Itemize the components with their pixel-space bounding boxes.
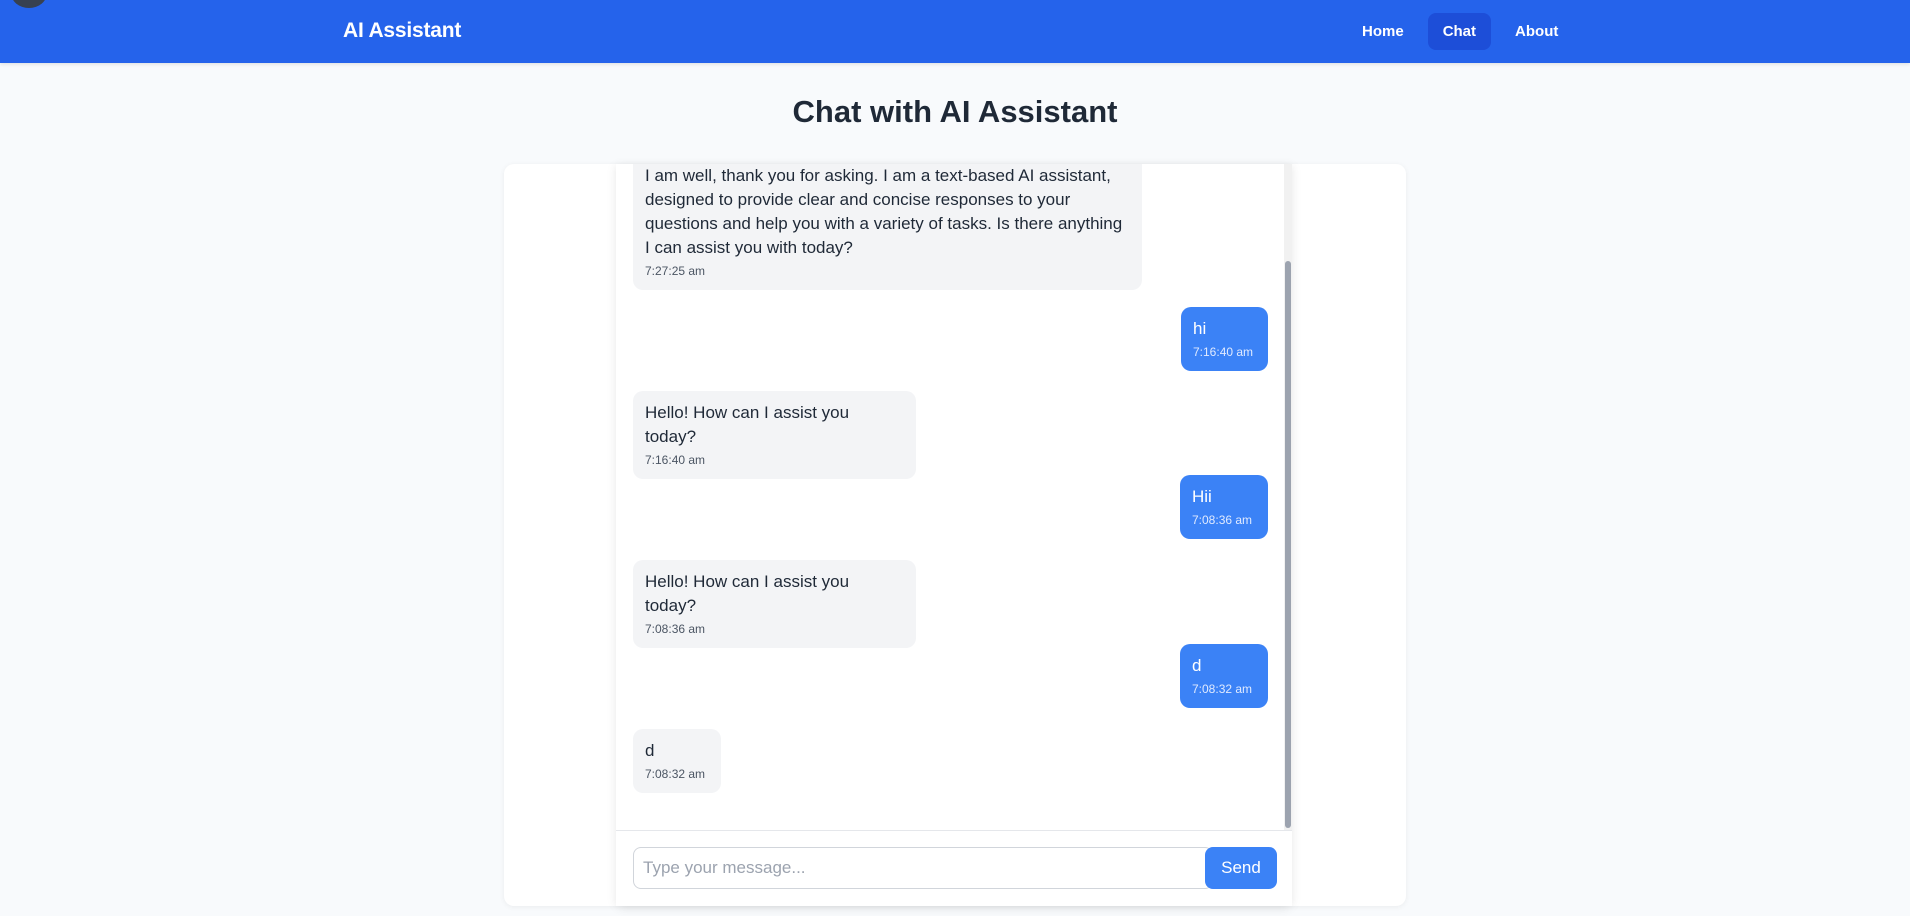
nav-link-chat[interactable]: Chat bbox=[1427, 13, 1492, 50]
nav-link-home[interactable]: Home bbox=[1347, 13, 1419, 50]
nav-links: Home Chat About bbox=[1347, 13, 1573, 50]
page-title: Chat with AI Assistant bbox=[792, 94, 1118, 129]
message-text: I am well, thank you for asking. I am a … bbox=[645, 166, 1123, 257]
user-message: hi 7:16:40 am bbox=[1181, 307, 1268, 371]
message-timestamp: 7:08:36 am bbox=[645, 622, 706, 636]
user-message: Hii 7:08:36 am bbox=[1180, 475, 1268, 539]
assistant-message: Hello! How can I assist you today? 7:08:… bbox=[633, 560, 916, 648]
message-timestamp: 7:08:32 am bbox=[1192, 682, 1253, 696]
message-text: Hello! How can I assist you today? bbox=[645, 572, 850, 615]
message-text: d bbox=[1192, 656, 1202, 675]
message-composer: Send bbox=[616, 830, 1292, 906]
message-text: Hello! How can I assist you today? bbox=[645, 403, 850, 446]
message-text: hi bbox=[1193, 319, 1207, 338]
scrollbar-thumb[interactable] bbox=[1285, 261, 1291, 828]
message-timestamp: 7:08:32 am bbox=[645, 767, 706, 781]
nav-link-about[interactable]: About bbox=[1500, 13, 1573, 50]
message-timestamp: 7:16:40 am bbox=[645, 453, 706, 467]
assistant-message: I am well, thank you for asking. I am a … bbox=[633, 164, 1142, 290]
message-input[interactable] bbox=[633, 847, 1213, 889]
chat-panel: I am well, thank you for asking. I am a … bbox=[616, 164, 1292, 906]
top-navbar: AI Assistant Home Chat About bbox=[0, 0, 1910, 63]
message-timestamp: 7:16:40 am bbox=[1193, 345, 1254, 359]
message-timestamp: 7:08:36 am bbox=[1192, 513, 1253, 527]
message-list[interactable]: I am well, thank you for asking. I am a … bbox=[616, 164, 1292, 830]
avatar-icon[interactable] bbox=[11, 0, 47, 8]
user-message: d 7:08:32 am bbox=[1180, 644, 1268, 708]
assistant-message: Hello! How can I assist you today? 7:16:… bbox=[633, 391, 916, 479]
assistant-message: d 7:08:32 am bbox=[633, 729, 721, 793]
message-text: Hii bbox=[1192, 487, 1212, 506]
message-text: d bbox=[645, 741, 655, 760]
send-button[interactable]: Send bbox=[1205, 847, 1277, 889]
message-timestamp: 7:27:25 am bbox=[645, 264, 706, 278]
brand-logo-text[interactable]: AI Assistant bbox=[343, 19, 461, 43]
